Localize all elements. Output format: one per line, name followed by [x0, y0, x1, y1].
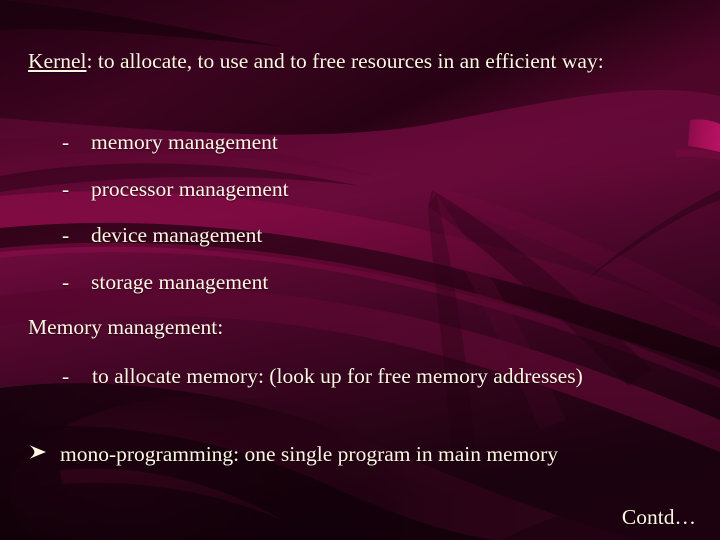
bullet-item-device-management: - device management: [62, 223, 262, 248]
bullet-label: storage management: [91, 270, 269, 294]
bullet-item-storage-management: - storage management: [62, 270, 268, 295]
bullet-item-mono-programming: mono-programming: one single program in …: [28, 442, 558, 467]
lead-paragraph-rest: : to allocate, to use and to free resour…: [86, 49, 604, 73]
arrowhead-bullet-icon: [28, 444, 60, 460]
dash-bullet-icon: -: [62, 177, 70, 201]
bullet-item-allocate-memory: - to allocate memory: (look up for free m…: [62, 363, 696, 391]
bullet-label: to allocate memory: (look up for free me…: [92, 364, 583, 388]
slide-text-content: Kernel: to allocate, to use and to free …: [0, 0, 720, 540]
dash-bullet-icon: -: [62, 130, 70, 154]
bullet-label: processor management: [91, 177, 289, 201]
lead-paragraph: Kernel: to allocate, to use and to free …: [28, 48, 692, 76]
dash-bullet-icon: -: [62, 364, 70, 388]
dash-bullet-icon: -: [62, 223, 70, 247]
bullet-label: memory management: [91, 130, 278, 154]
dash-bullet-icon: -: [62, 270, 70, 294]
bullet-item-memory-management: - memory management: [62, 130, 278, 155]
kernel-term: Kernel: [28, 49, 87, 73]
bullet-label: mono-programming: one single program in …: [60, 442, 558, 466]
continued-footer: Contd…: [621, 505, 696, 529]
memory-management-heading: Memory management:: [28, 315, 224, 339]
bullet-item-processor-management: - processor management: [62, 177, 289, 202]
presentation-slide: Kernel: to allocate, to use and to free …: [0, 0, 720, 540]
bullet-label: device management: [91, 223, 263, 247]
